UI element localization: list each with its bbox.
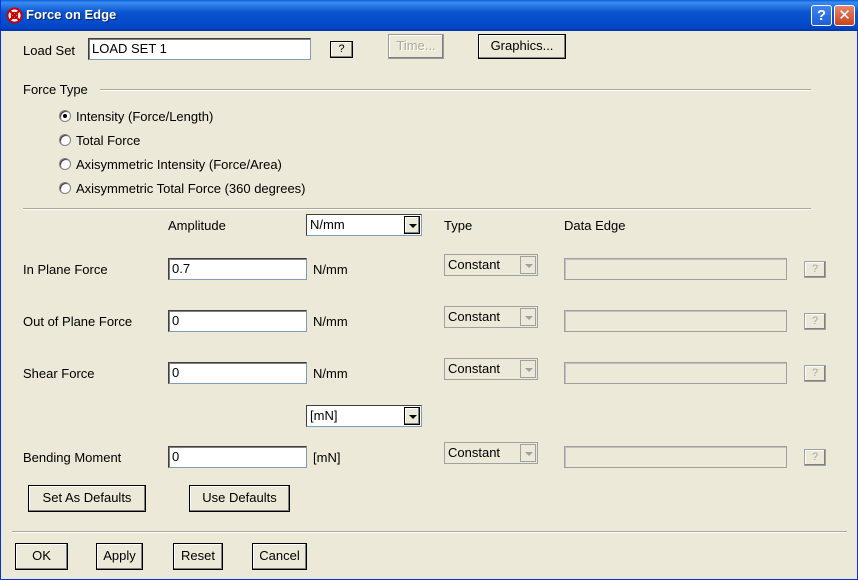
- bending-help-button[interactable]: ?: [804, 449, 826, 466]
- force-type-label: Force Type: [23, 82, 88, 97]
- bending-moment-unit: [mN]: [313, 450, 341, 465]
- shear-data-edge[interactable]: [564, 362, 787, 384]
- force-unit-value: N/mm: [310, 217, 345, 232]
- radio-total-force-label[interactable]: Total Force: [76, 133, 140, 148]
- help-icon[interactable]: ?: [811, 5, 832, 26]
- ok-button[interactable]: OK: [15, 543, 68, 570]
- shear-force-unit: N/mm: [313, 366, 348, 381]
- bending-type-select[interactable]: Constant: [444, 442, 538, 464]
- in-plane-help-button[interactable]: ?: [804, 261, 826, 278]
- chevron-down-icon[interactable]: [404, 407, 420, 425]
- use-defaults-button[interactable]: Use Defaults: [189, 485, 290, 512]
- force-unit-select[interactable]: N/mm: [306, 214, 422, 236]
- radio-intensity[interactable]: [59, 110, 71, 122]
- out-of-plane-force-label: Out of Plane Force: [23, 314, 133, 329]
- graphics-button[interactable]: Graphics...: [478, 34, 566, 59]
- in-plane-type-select[interactable]: Constant: [444, 254, 538, 276]
- section-divider: [23, 208, 811, 210]
- shear-type-value: Constant: [448, 361, 501, 376]
- out-of-plane-force-input[interactable]: 0: [168, 310, 307, 332]
- in-plane-force-label: In Plane Force: [23, 262, 108, 277]
- apply-button[interactable]: Apply: [96, 543, 143, 570]
- bending-moment-label: Bending Moment: [23, 450, 122, 465]
- in-plane-data-edge[interactable]: [564, 258, 787, 280]
- force-type-divider: [100, 89, 811, 91]
- out-of-plane-type-select[interactable]: Constant: [444, 306, 538, 328]
- shear-force-label: Shear Force: [23, 366, 95, 381]
- moment-unit-value: [mN]: [310, 408, 338, 423]
- radio-axisymmetric-total[interactable]: [59, 182, 71, 194]
- out-of-plane-force-unit: N/mm: [313, 314, 348, 329]
- load-set-label: Load Set: [23, 43, 76, 58]
- title-bar[interactable]: Force on Edge ? ✕: [1, 0, 858, 31]
- shear-force-input[interactable]: 0: [168, 362, 307, 384]
- chevron-down-icon[interactable]: [404, 216, 420, 234]
- chevron-down-icon[interactable]: [520, 256, 536, 274]
- bending-moment-input[interactable]: 0: [168, 446, 307, 468]
- out-of-plane-help-button[interactable]: ?: [804, 313, 826, 330]
- shear-help-button[interactable]: ?: [804, 365, 826, 382]
- out-of-plane-type-value: Constant: [448, 309, 501, 324]
- footer-divider: [12, 531, 847, 533]
- data-edge-header: Data Edge: [564, 218, 626, 233]
- bending-data-edge[interactable]: [564, 446, 787, 468]
- amplitude-header: Amplitude: [168, 218, 226, 233]
- close-icon[interactable]: ✕: [834, 5, 855, 26]
- load-set-input[interactable]: LOAD SET 1: [88, 38, 311, 60]
- radio-total-force[interactable]: [59, 134, 71, 146]
- out-of-plane-data-edge[interactable]: [564, 310, 787, 332]
- moment-unit-select[interactable]: [mN]: [306, 405, 422, 427]
- type-header: Type: [444, 218, 473, 233]
- shear-type-select[interactable]: Constant: [444, 358, 538, 380]
- in-plane-force-unit: N/mm: [313, 262, 348, 277]
- in-plane-force-input[interactable]: 0.7: [168, 258, 307, 280]
- radio-intensity-label[interactable]: Intensity (Force/Length): [76, 109, 213, 124]
- radio-axisymmetric-total-label[interactable]: Axisymmetric Total Force (360 degrees): [76, 181, 306, 196]
- window-title: Force on Edge: [26, 7, 117, 22]
- app-icon: [6, 7, 23, 24]
- time-button[interactable]: Time...: [388, 34, 444, 59]
- force-on-edge-dialog: Force on Edge ? ✕ Load Set LOAD SET 1 ? …: [0, 0, 858, 580]
- chevron-down-icon[interactable]: [520, 308, 536, 326]
- set-as-defaults-button[interactable]: Set As Defaults: [28, 485, 146, 512]
- cancel-button[interactable]: Cancel: [252, 543, 307, 570]
- in-plane-type-value: Constant: [448, 257, 501, 272]
- radio-axisymmetric-intensity-label[interactable]: Axisymmetric Intensity (Force/Area): [76, 157, 282, 172]
- reset-button[interactable]: Reset: [173, 543, 223, 570]
- chevron-down-icon[interactable]: [520, 360, 536, 378]
- bending-type-value: Constant: [448, 445, 501, 460]
- chevron-down-icon[interactable]: [520, 444, 536, 462]
- radio-axisymmetric-intensity[interactable]: [59, 158, 71, 170]
- load-set-help-button[interactable]: ?: [330, 41, 353, 58]
